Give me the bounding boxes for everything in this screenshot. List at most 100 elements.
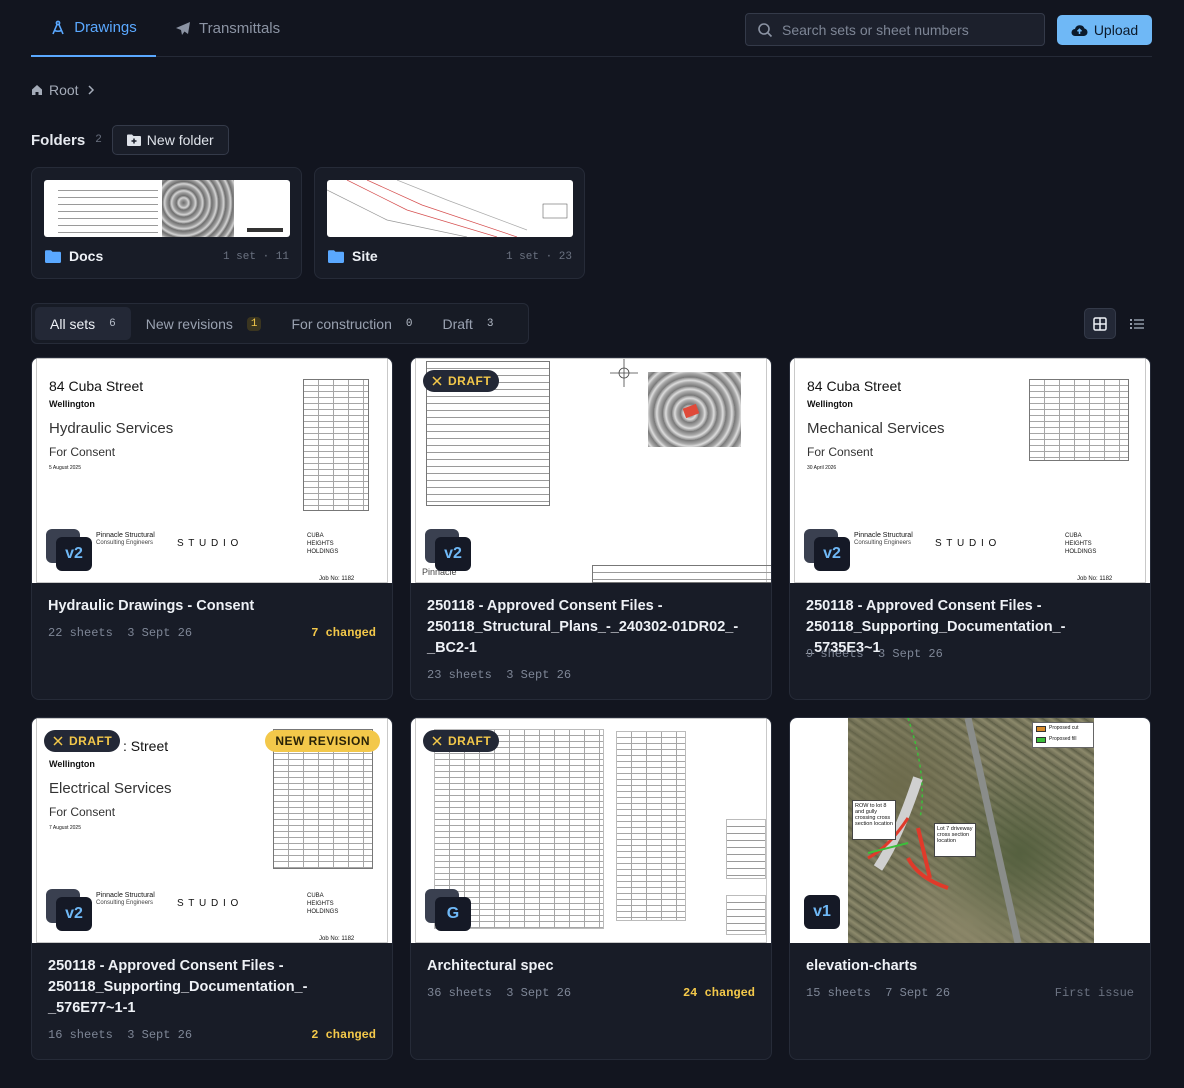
set-meta: 36 sheets 3 Sept 26 bbox=[427, 986, 572, 1000]
sheet-discipline: Hydraulic Services bbox=[49, 420, 174, 437]
map-callout: ROW to lot 8 and gully crossing cross se… bbox=[852, 800, 896, 840]
set-card[interactable]: 84 Cuba Street Wellington Mechanical Ser… bbox=[789, 357, 1151, 700]
set-title: 250118 - Approved Consent Files - 250118… bbox=[427, 598, 739, 656]
set-thumbnail: : Street Wellington Electrical Services … bbox=[32, 718, 392, 943]
new-folder-button[interactable]: New folder bbox=[111, 125, 229, 155]
grid-icon bbox=[1093, 316, 1107, 331]
sheet-address-partial: : Street bbox=[123, 738, 169, 754]
new-folder-label: New folder bbox=[146, 132, 214, 148]
folder-card-site[interactable]: Site 1 set · 23 bbox=[314, 167, 585, 279]
grid-view-toggle[interactable] bbox=[1084, 308, 1116, 339]
upload-button[interactable]: Upload bbox=[1057, 15, 1152, 45]
set-card[interactable]: Pinnacle DRAFT v2 250118 - Approved Cons… bbox=[410, 357, 772, 700]
aerial-map bbox=[648, 372, 741, 447]
set-card[interactable]: 84 Cuba Street Wellington Hydraulic Serv… bbox=[31, 357, 393, 700]
folder-name: Docs bbox=[45, 248, 103, 264]
sheet-client-3: HOLDINGS bbox=[1065, 549, 1097, 555]
folder-meta: 1 set · 23 bbox=[505, 251, 572, 263]
set-card[interactable]: ROW to lot 8 and gully crossing cross se… bbox=[789, 717, 1151, 1060]
sheet-studio: S T U D I O bbox=[177, 898, 240, 909]
version-badge: v2 bbox=[46, 529, 92, 571]
filter-label: For construction bbox=[291, 315, 392, 332]
changed-count: 7 changed bbox=[311, 626, 376, 640]
set-filter-tabs: All sets 6 New revisions 1 For construct… bbox=[31, 303, 529, 344]
draft-badge: DRAFT bbox=[423, 730, 500, 752]
filter-label: New revisions bbox=[145, 315, 233, 332]
legend-swatch-cut bbox=[1036, 726, 1046, 732]
set-meta: 23 sheets 3 Sept 26 bbox=[427, 668, 572, 682]
folder-plus-icon bbox=[126, 134, 141, 146]
filter-all-sets[interactable]: All sets 6 bbox=[35, 307, 131, 340]
new-revision-badge: NEW REVISION bbox=[265, 730, 380, 752]
top-bar: Drawings Transmittals Upload bbox=[31, 0, 1152, 57]
folder-thumbnail bbox=[44, 180, 290, 237]
map-legend: Proposed cut Proposed fill bbox=[1032, 722, 1094, 748]
filter-label: Draft bbox=[442, 315, 473, 332]
sheet-for-consent: For Consent bbox=[49, 445, 116, 459]
sheet-client-3: HOLDINGS bbox=[307, 549, 339, 555]
folder-name-label: Site bbox=[352, 248, 378, 264]
sheet-date: 7 August 2025 bbox=[49, 825, 81, 831]
set-card[interactable]: : Street Wellington Electrical Services … bbox=[31, 717, 393, 1060]
set-thumbnail: 84 Cuba Street Wellington Hydraulic Serv… bbox=[32, 358, 392, 583]
tab-drawings[interactable]: Drawings bbox=[31, 0, 156, 57]
folder-card-docs[interactable]: Docs 1 set · 11 bbox=[31, 167, 302, 279]
breadcrumb-root[interactable]: Root bbox=[49, 82, 79, 98]
set-title: Hydraulic Drawings - Consent bbox=[48, 598, 255, 614]
set-title: elevation-charts bbox=[806, 958, 918, 974]
set-meta: 16 sheets 3 Sept 26 bbox=[48, 1028, 193, 1042]
set-meta: 22 sheets 3 Sept 26 bbox=[48, 626, 193, 640]
filter-label: All sets bbox=[50, 315, 96, 332]
pencil-ruler-icon bbox=[432, 376, 442, 386]
sheet-discipline: Electrical Services bbox=[49, 780, 172, 797]
sheet-address: 84 Cuba Street bbox=[807, 378, 902, 394]
sheet-date: 5 August 2025 bbox=[49, 465, 81, 471]
site-plan-sketch bbox=[327, 180, 568, 237]
filter-count: 0 bbox=[405, 317, 413, 330]
version-badge: v2 bbox=[804, 529, 850, 571]
folder-name-label: Docs bbox=[69, 248, 104, 264]
pencil-ruler-icon bbox=[53, 736, 63, 746]
filter-for-construction[interactable]: For construction 0 bbox=[276, 307, 427, 340]
pencil-ruler-icon bbox=[432, 736, 442, 746]
sheet-client-2: HEIGHTS bbox=[1065, 541, 1092, 547]
list-view-toggle[interactable] bbox=[1121, 308, 1153, 339]
upload-label: Upload bbox=[1093, 22, 1139, 38]
filter-count: 3 bbox=[486, 317, 494, 330]
sheet-city: Wellington bbox=[807, 399, 853, 409]
folder-thumbnail bbox=[327, 180, 573, 237]
legend-swatch-fill bbox=[1036, 737, 1046, 743]
set-title: 250118 - Approved Consent Files - 250118… bbox=[48, 958, 308, 1016]
sheet-client-2: HEIGHTS bbox=[307, 541, 334, 547]
sheet-company: Pinnacle Structural bbox=[854, 532, 913, 539]
draft-badge: DRAFT bbox=[44, 730, 121, 752]
set-thumbnail: DRAFT G bbox=[411, 718, 771, 943]
folder-name: Site bbox=[328, 248, 378, 264]
version-badge: G bbox=[425, 889, 471, 931]
cloud-upload-icon bbox=[1071, 25, 1088, 36]
set-card[interactable]: DRAFT G Architectural spec 36 sheets 3 S… bbox=[410, 717, 772, 1060]
filter-count: 1 bbox=[246, 316, 262, 331]
sheet-city: Wellington bbox=[49, 759, 95, 769]
filter-new-revisions[interactable]: New revisions 1 bbox=[131, 307, 277, 340]
sheet-company: Pinnacle Structural bbox=[96, 892, 155, 899]
list-icon bbox=[1130, 318, 1144, 329]
legend-label: Proposed cut bbox=[1049, 725, 1079, 731]
version-badge: v2 bbox=[425, 529, 471, 571]
sheet-company-sub: Consulting Engineers bbox=[854, 540, 912, 546]
sheet-company: Pinnacle Structural bbox=[96, 532, 155, 539]
title-block-table bbox=[726, 895, 766, 935]
sheet-job: Job No: 1182 bbox=[1077, 576, 1113, 582]
filter-draft[interactable]: Draft 3 bbox=[427, 307, 508, 340]
sheet-city: Wellington bbox=[49, 399, 95, 409]
search-input[interactable] bbox=[782, 21, 1044, 38]
north-arrow-icon bbox=[610, 359, 638, 387]
set-meta: 15 sheets 7 Sept 26 bbox=[806, 986, 951, 1000]
tab-transmittals-label: Transmittals bbox=[199, 20, 281, 37]
sheet-client-1: CUBA bbox=[1065, 533, 1082, 539]
set-thumbnail: 84 Cuba Street Wellington Mechanical Ser… bbox=[790, 358, 1150, 583]
sheet-studio: S T U D I O bbox=[177, 538, 240, 549]
tab-transmittals[interactable]: Transmittals bbox=[175, 0, 280, 57]
sheet-client-2: HEIGHTS bbox=[307, 901, 334, 907]
filter-count: 6 bbox=[109, 317, 116, 330]
